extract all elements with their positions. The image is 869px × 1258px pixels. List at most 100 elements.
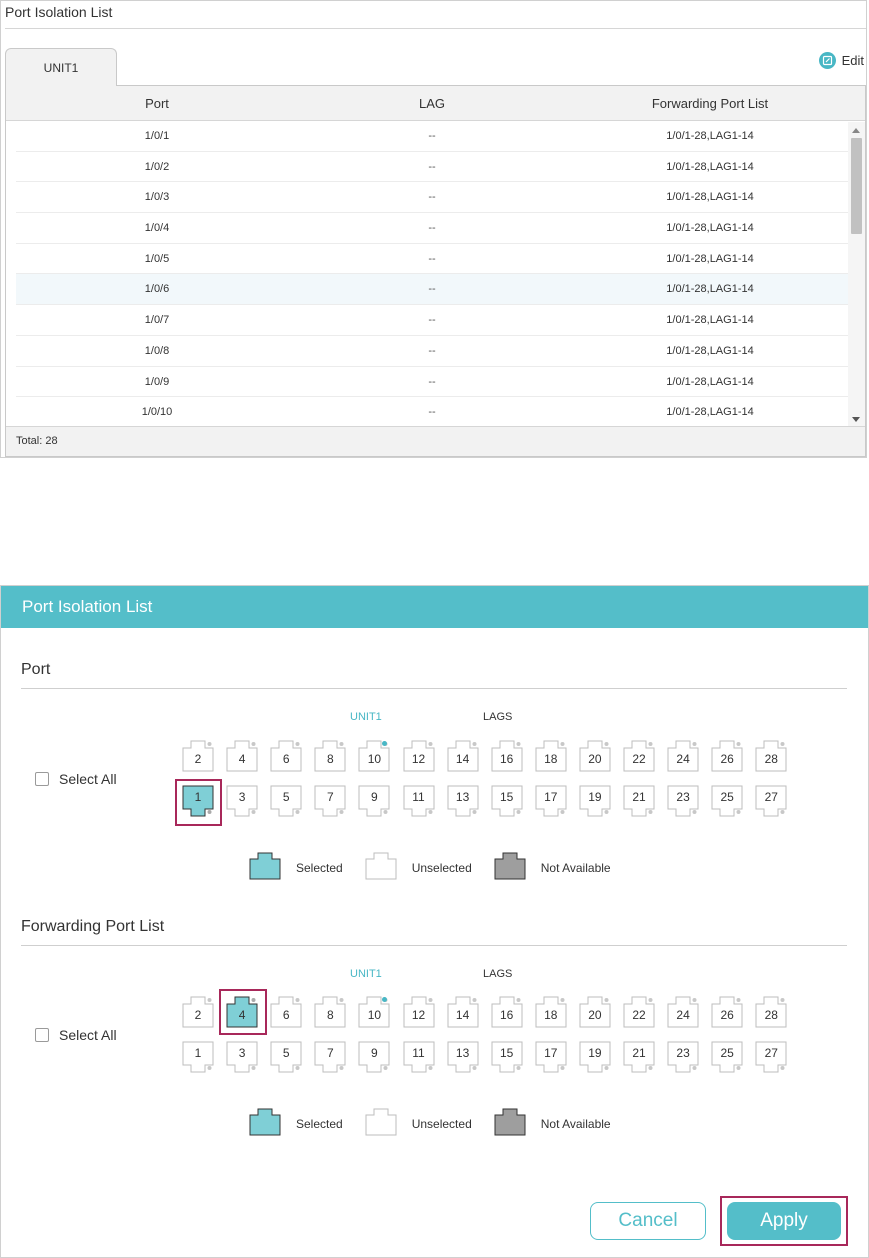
port-28[interactable]: 28: [755, 740, 787, 772]
cell-lag: --: [428, 283, 436, 296]
port-22[interactable]: 22: [623, 740, 655, 772]
port-10[interactable]: 10: [358, 740, 390, 772]
port-26[interactable]: 26: [711, 996, 743, 1028]
port-11[interactable]: 11: [403, 1041, 435, 1073]
port-20[interactable]: 20: [579, 740, 611, 772]
cell-port: 1/0/5: [144, 252, 170, 265]
table-row[interactable]: 1/0/1 -- 1/0/1-28,LAG1-14: [16, 121, 850, 152]
tab-unit1[interactable]: UNIT1: [5, 48, 117, 86]
port-5[interactable]: 5: [270, 785, 302, 817]
port-number: 10: [367, 752, 382, 766]
port-7[interactable]: 7: [314, 1041, 346, 1073]
table-scrollbar[interactable]: [848, 122, 865, 428]
port-14[interactable]: 14: [447, 740, 479, 772]
port-16[interactable]: 16: [491, 740, 523, 772]
port-number: 16: [500, 752, 514, 766]
unit1-label[interactable]: UNIT1: [350, 968, 382, 980]
port-27[interactable]: 27: [755, 1041, 787, 1073]
port-20[interactable]: 20: [579, 996, 611, 1028]
unit1-label[interactable]: UNIT1: [350, 711, 382, 723]
forwarding-select-all[interactable]: Select All: [35, 1027, 117, 1043]
table-row[interactable]: 1/0/3 -- 1/0/1-28,LAG1-14: [16, 182, 850, 214]
select-all-checkbox[interactable]: [35, 1028, 49, 1042]
column-header-lag[interactable]: LAG: [419, 96, 445, 111]
port-8[interactable]: 8: [314, 740, 346, 772]
scroll-thumb[interactable]: [851, 138, 862, 234]
port-28[interactable]: 28: [755, 996, 787, 1028]
port-2[interactable]: 2: [182, 996, 214, 1028]
port-4[interactable]: 4: [226, 740, 258, 772]
port-9[interactable]: 9: [358, 1041, 390, 1073]
cell-forwarding: 1/0/1-28,LAG1-14: [666, 191, 754, 204]
port-4[interactable]: 4: [226, 996, 258, 1028]
port-1[interactable]: 1: [182, 785, 214, 817]
port-21[interactable]: 21: [623, 785, 655, 817]
table-row[interactable]: 1/0/9 -- 1/0/1-28,LAG1-14: [16, 367, 850, 398]
port-2[interactable]: 2: [182, 740, 214, 772]
port-1[interactable]: 1: [182, 1041, 214, 1073]
lags-label[interactable]: LAGS: [483, 711, 512, 723]
table-row[interactable]: 1/0/2 -- 1/0/1-28,LAG1-14: [16, 152, 850, 183]
port-26[interactable]: 26: [711, 740, 743, 772]
cell-lag: --: [428, 344, 436, 357]
table-row[interactable]: 1/0/6 -- 1/0/1-28,LAG1-14: [16, 274, 850, 306]
port-number: 12: [411, 1008, 426, 1022]
port-number: 8: [326, 752, 334, 766]
port-23[interactable]: 23: [667, 1041, 699, 1073]
port-10[interactable]: 10: [358, 996, 390, 1028]
port-12[interactable]: 12: [403, 996, 435, 1028]
port-24[interactable]: 24: [667, 740, 699, 772]
port-number: 3: [238, 790, 246, 804]
port-5[interactable]: 5: [270, 1041, 302, 1073]
port-19[interactable]: 19: [579, 785, 611, 817]
port-13[interactable]: 13: [447, 1041, 479, 1073]
port-8[interactable]: 8: [314, 996, 346, 1028]
select-all-checkbox[interactable]: [35, 772, 49, 786]
port-9[interactable]: 9: [358, 785, 390, 817]
port-16[interactable]: 16: [491, 996, 523, 1028]
port-19[interactable]: 19: [579, 1041, 611, 1073]
cell-port: 1/0/1: [144, 130, 170, 142]
port-17[interactable]: 17: [535, 785, 567, 817]
port-15[interactable]: 15: [491, 785, 523, 817]
port-24[interactable]: 24: [667, 996, 699, 1028]
port-6[interactable]: 6: [270, 996, 302, 1028]
port-18[interactable]: 18: [535, 740, 567, 772]
port-12[interactable]: 12: [403, 740, 435, 772]
port-14[interactable]: 14: [447, 996, 479, 1028]
port-11[interactable]: 11: [403, 785, 435, 817]
column-header-port[interactable]: Port: [145, 96, 169, 111]
port-22[interactable]: 22: [623, 996, 655, 1028]
port-25[interactable]: 25: [711, 1041, 743, 1073]
cell-forwarding: 1/0/1-28,LAG1-14: [666, 406, 754, 419]
cancel-button[interactable]: Cancel: [590, 1202, 706, 1240]
lags-label[interactable]: LAGS: [483, 968, 512, 980]
port-25[interactable]: 25: [711, 785, 743, 817]
port-3[interactable]: 3: [226, 785, 258, 817]
table-row[interactable]: 1/0/4 -- 1/0/1-28,LAG1-14: [16, 213, 850, 244]
port-27[interactable]: 27: [755, 785, 787, 817]
edit-button[interactable]: Edit: [818, 52, 864, 69]
port-13[interactable]: 13: [447, 785, 479, 817]
table-row[interactable]: 1/0/8 -- 1/0/1-28,LAG1-14: [16, 336, 850, 367]
port-21[interactable]: 21: [623, 1041, 655, 1073]
apply-button[interactable]: Apply: [727, 1202, 841, 1240]
cell-lag: --: [428, 252, 436, 265]
port-23[interactable]: 23: [667, 785, 699, 817]
panel-title: Port Isolation List: [5, 4, 113, 20]
scroll-down-arrow-icon[interactable]: [852, 417, 860, 422]
table-row[interactable]: 1/0/7 -- 1/0/1-28,LAG1-14: [16, 305, 850, 336]
scroll-up-arrow-icon[interactable]: [852, 128, 860, 133]
table-row[interactable]: 1/0/10 -- 1/0/1-28,LAG1-14: [16, 397, 850, 427]
column-header-forwarding[interactable]: Forwarding Port List: [652, 96, 768, 111]
port-select-all[interactable]: Select All: [35, 771, 117, 787]
port-number: 24: [676, 1008, 690, 1022]
port-15[interactable]: 15: [491, 1041, 523, 1073]
port-17[interactable]: 17: [535, 1041, 567, 1073]
port-18[interactable]: 18: [535, 996, 567, 1028]
table-row[interactable]: 1/0/5 -- 1/0/1-28,LAG1-14: [16, 244, 850, 275]
port-3[interactable]: 3: [226, 1041, 258, 1073]
port-number: 24: [676, 752, 690, 766]
port-6[interactable]: 6: [270, 740, 302, 772]
port-7[interactable]: 7: [314, 785, 346, 817]
